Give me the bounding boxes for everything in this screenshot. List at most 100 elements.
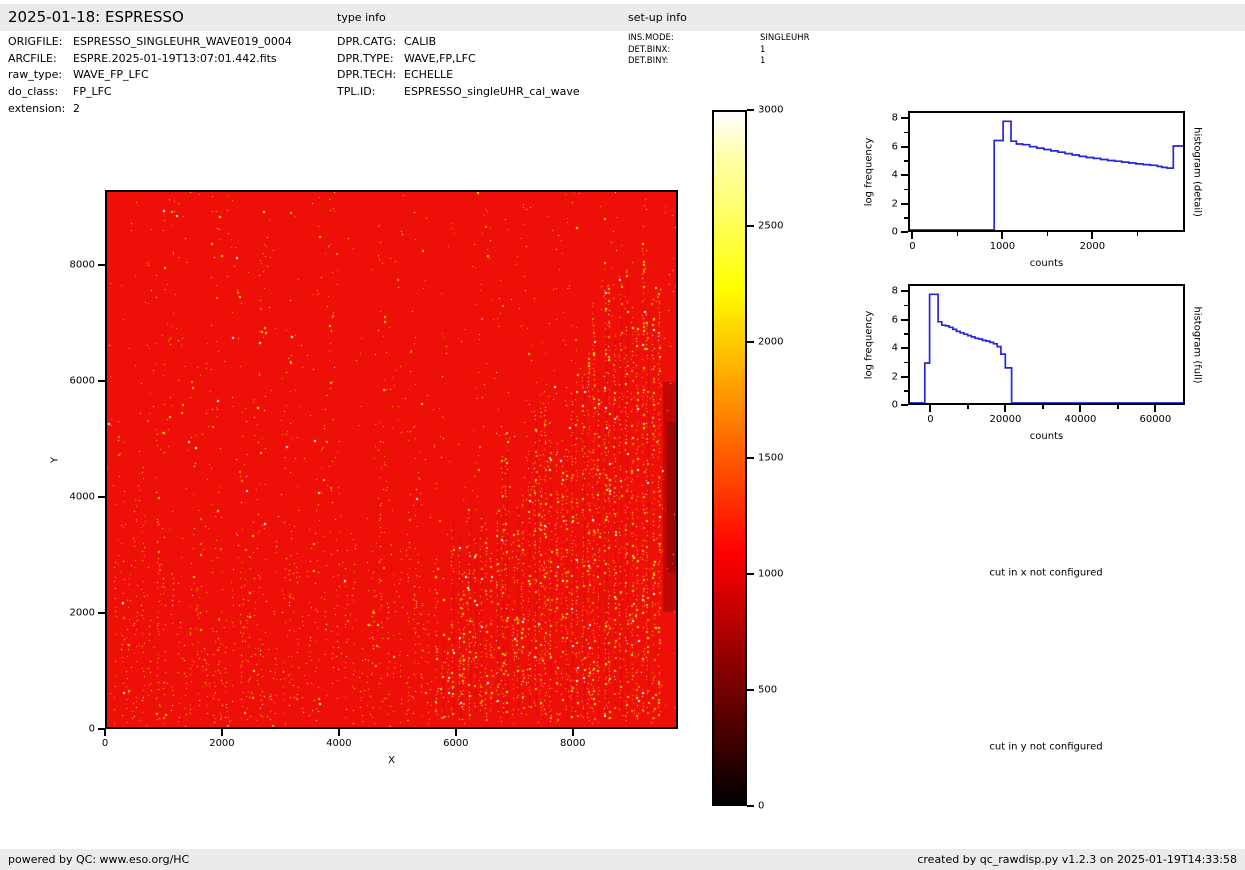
histogram-line xyxy=(910,294,1183,403)
y-axis-tick xyxy=(904,362,908,364)
footer-bar: powered by QC: www.eso.org/HC created by… xyxy=(0,849,1245,870)
section-title-type-info: type info xyxy=(337,11,386,24)
x-axis-tick-label: 4000 xyxy=(326,738,351,749)
footer-right-text: created by qc_rawdisp.py v1.2.3 on 2025-… xyxy=(917,849,1237,870)
top-header-bar: 2025-01-18: ESPRESSO type info set-up in… xyxy=(0,4,1245,31)
info-label: DPR.TECH: xyxy=(337,67,404,84)
histogram-line xyxy=(910,121,1183,230)
colorbar-tick-label: 1500 xyxy=(758,453,783,464)
x-axis-tick-label: 0 xyxy=(927,414,933,425)
y-axis-tick-label: 8 xyxy=(892,286,898,297)
type-info-block: DPR.CATG:CALIBDPR.TYPE:WAVE,FP,LFCDPR.TE… xyxy=(337,34,580,101)
y-axis-tick xyxy=(904,305,908,307)
y-axis-tick xyxy=(98,264,105,266)
info-label: raw_type: xyxy=(8,67,73,84)
page-title: 2025-01-18: ESPRESSO xyxy=(8,8,184,26)
setup-info-block: INS.MODE:SINGLEUHRDET.BINX:1DET.BINY:1 xyxy=(628,33,809,68)
x-axis-tick-label: 6000 xyxy=(443,738,468,749)
colorbar-tick xyxy=(747,457,754,459)
y-axis-tick xyxy=(98,496,105,498)
file-info-block: ORIGFILE:ESPRESSO_SINGLEUHR_WAVE019_0004… xyxy=(8,34,292,118)
x-axis-tick-label: 8000 xyxy=(560,738,585,749)
y-axis-tick xyxy=(904,217,908,219)
colorbar-box xyxy=(712,110,747,806)
info-label: ARCFILE: xyxy=(8,51,73,68)
detector-image-canvas xyxy=(107,192,676,727)
info-row: raw_type:WAVE_FP_LFC xyxy=(8,67,292,84)
x-axis-title: counts xyxy=(1030,431,1063,442)
colorbar-tick-label: 0 xyxy=(758,801,764,812)
info-row: INS.MODE:SINGLEUHR xyxy=(628,33,809,45)
y-axis-tick xyxy=(901,174,908,176)
info-value: 2 xyxy=(73,102,80,115)
info-value: 1 xyxy=(760,45,765,55)
colorbar-tick-label: 2500 xyxy=(758,221,783,232)
right-axis-title: histogram (detail) xyxy=(1192,127,1203,217)
y-axis-tick-label: 2 xyxy=(892,198,898,209)
colorbar-tick xyxy=(747,573,754,575)
histogram-full--box xyxy=(908,284,1185,405)
cut-x-note: cut in x not configured xyxy=(989,568,1102,579)
x-axis-tick xyxy=(455,729,457,736)
histogram-detail--box xyxy=(908,111,1185,232)
x-axis-tick xyxy=(1042,405,1044,409)
info-label: do_class: xyxy=(8,84,73,101)
y-axis-tick-label: 6 xyxy=(892,314,898,325)
info-value: ESPRE.2025-01-19T13:07:01.442.fits xyxy=(73,52,277,65)
info-label: extension: xyxy=(8,101,73,118)
info-value: ESPRESSO_SINGLEUHR_WAVE019_0004 xyxy=(73,35,292,48)
x-axis-tick xyxy=(1091,232,1093,239)
info-row: DPR.TYPE:WAVE,FP,LFC xyxy=(337,51,580,68)
colorbar-tick xyxy=(747,225,754,227)
histogram-step-curve xyxy=(910,286,1183,403)
info-label: DET.BINX: xyxy=(628,45,760,57)
x-axis-tick xyxy=(1117,405,1119,409)
x-axis-title: X xyxy=(388,755,395,766)
y-axis-tick xyxy=(904,160,908,162)
y-axis-tick xyxy=(904,390,908,392)
info-value: ECHELLE xyxy=(404,68,453,81)
x-axis-tick-label: 0 xyxy=(102,738,108,749)
info-label: INS.MODE: xyxy=(628,33,760,45)
y-axis-tick xyxy=(901,203,908,205)
y-axis-tick xyxy=(98,728,105,730)
y-axis-tick-label: 4 xyxy=(892,170,898,181)
colorbar-tick xyxy=(747,109,754,111)
x-axis-tick xyxy=(967,405,969,409)
x-axis-tick xyxy=(221,729,223,736)
y-axis-tick-label: 6000 xyxy=(70,376,95,387)
info-value: FP_LFC xyxy=(73,85,112,98)
x-axis-tick xyxy=(104,729,106,736)
colorbar-gradient xyxy=(714,112,745,804)
y-axis-tick-label: 0 xyxy=(892,400,898,411)
y-axis-tick-label: 0 xyxy=(89,724,95,735)
footer-left-text: powered by QC: www.eso.org/HC xyxy=(8,849,189,870)
y-axis-title: log frequency xyxy=(864,310,875,379)
colorbar-tick-label: 1000 xyxy=(758,569,783,580)
info-value: 1 xyxy=(760,56,765,66)
y-axis-tick-label: 0 xyxy=(892,227,898,238)
x-axis-tick-label: 0 xyxy=(909,241,915,252)
cut-y-note: cut in y not configured xyxy=(989,742,1102,753)
y-axis-tick xyxy=(904,189,908,191)
info-value: CALIB xyxy=(404,35,436,48)
info-value: SINGLEUHR xyxy=(760,33,809,43)
colorbar-tick xyxy=(747,805,754,807)
y-axis-tick-label: 4000 xyxy=(70,492,95,503)
histogram-step-curve xyxy=(910,113,1183,230)
info-row: DPR.TECH:ECHELLE xyxy=(337,67,580,84)
info-label: DET.BINY: xyxy=(628,56,760,68)
x-axis-tick xyxy=(1154,405,1156,412)
right-axis-title: histogram (full) xyxy=(1192,306,1203,383)
x-axis-tick-label: 1000 xyxy=(990,241,1015,252)
x-axis-tick xyxy=(929,405,931,412)
colorbar-tick-label: 500 xyxy=(758,685,777,696)
x-axis-tick xyxy=(911,232,913,239)
colorbar-tick-label: 3000 xyxy=(758,105,783,116)
x-axis-tick xyxy=(957,232,959,236)
info-label: TPL.ID: xyxy=(337,84,404,101)
x-axis-tick xyxy=(572,729,574,736)
y-axis-tick-label: 2 xyxy=(892,371,898,382)
info-row: extension:2 xyxy=(8,101,292,118)
y-axis-tick xyxy=(901,117,908,119)
